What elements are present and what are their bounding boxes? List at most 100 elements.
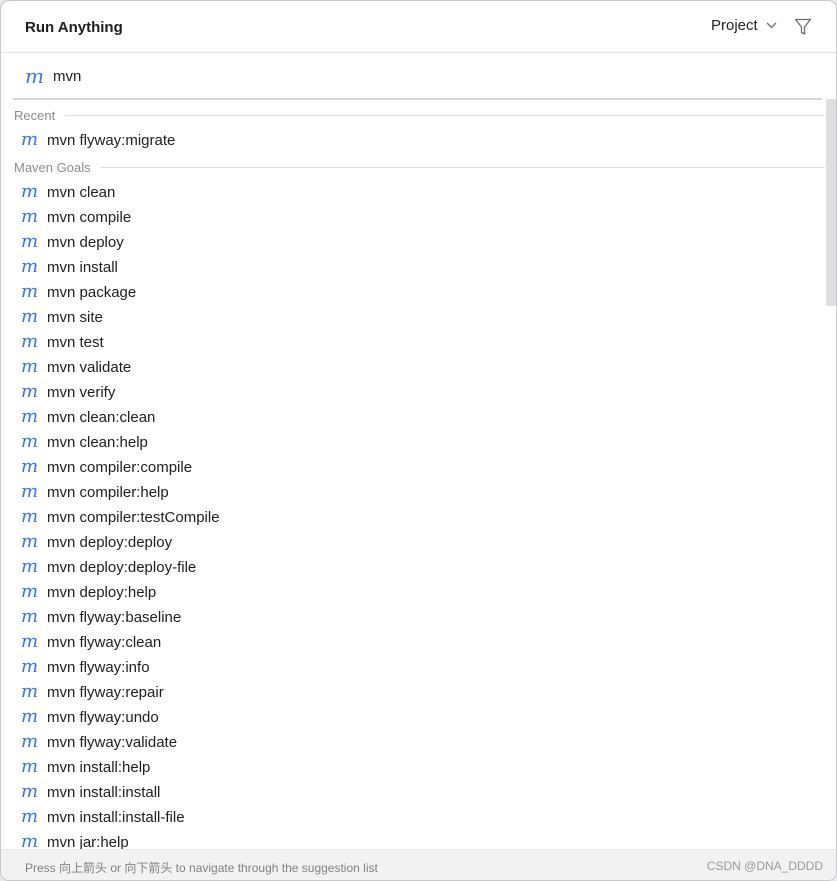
list-item[interactable]: m mvn deploy:help [1,580,825,605]
list-item-label: mvn install:help [47,759,151,776]
list-item[interactable]: m mvn validate [1,355,825,380]
maven-m-icon: m [21,356,39,377]
maven-m-icon: m [21,531,39,552]
maven-m-icon: m [25,64,44,88]
maven-m-icon: m [21,506,39,527]
list-item[interactable]: m mvn flyway:baseline [1,605,825,630]
list-item[interactable]: m mvn flyway:clean [1,630,825,655]
popup-title: Run Anything [25,19,123,36]
list-item-label: mvn install [47,259,118,276]
section-divider [101,167,825,168]
list-item[interactable]: m mvn flyway:info [1,655,825,680]
list-item[interactable]: m mvn compiler:compile [1,455,825,480]
list-item[interactable]: m mvn flyway:validate [1,730,825,755]
list-item-label: mvn flyway:validate [47,734,178,751]
list-item[interactable]: m mvn install:install [1,780,825,805]
list-item-label: mvn flyway:undo [47,709,159,726]
list-item[interactable]: m mvn flyway:migrate [1,128,825,153]
scope-label: Project [711,17,758,34]
list-item[interactable]: m mvn jar:help [1,830,825,849]
list-item-label: mvn flyway:info [47,659,150,676]
maven-m-icon: m [21,306,39,327]
list-item-label: mvn clean:help [47,434,148,451]
list-item[interactable]: m mvn test [1,330,825,355]
scope-dropdown[interactable]: Project [711,17,777,34]
maven-m-icon: m [21,181,39,202]
list-item-label: mvn flyway:baseline [47,609,182,626]
maven-m-icon: m [21,456,39,477]
list-item-label: mvn flyway:clean [47,634,162,651]
list-item[interactable]: m mvn deploy [1,230,825,255]
list-item[interactable]: m mvn compiler:help [1,480,825,505]
list-item-label: mvn compiler:help [47,484,169,501]
maven-m-icon: m [21,781,39,802]
list-item-label: mvn flyway:repair [47,684,164,701]
list-item-label: mvn compiler:compile [47,459,193,476]
list-item[interactable]: m mvn flyway:undo [1,705,825,730]
list-item[interactable]: m mvn clean:clean [1,405,825,430]
maven-m-icon: m [21,431,39,452]
run-anything-popup: Run Anything Project m Recent m mvn flyway… [0,0,837,881]
maven-m-icon: m [21,206,39,227]
maven-m-icon: m [21,681,39,702]
list-item-label: mvn verify [47,384,116,401]
filter-icon[interactable] [793,17,813,37]
maven-m-icon: m [21,406,39,427]
search-field[interactable]: m [13,53,822,100]
list-item-label: mvn jar:help [47,834,129,849]
scrollbar-thumb[interactable] [826,99,836,306]
list-item-label: mvn test [47,334,104,351]
maven-m-icon: m [21,381,39,402]
maven-m-icon: m [21,606,39,627]
popup-header: Run Anything Project [1,1,836,53]
list-item[interactable]: m mvn install [1,255,825,280]
maven-m-icon: m [21,331,39,352]
list-item[interactable]: m mvn compile [1,205,825,230]
list-item[interactable]: m mvn flyway:repair [1,680,825,705]
section-divider [65,115,825,116]
list-item[interactable]: m mvn deploy:deploy-file [1,555,825,580]
maven-m-icon: m [21,256,39,277]
list-item[interactable]: m mvn clean:help [1,430,825,455]
list-item[interactable]: m mvn install:help [1,755,825,780]
maven-m-icon: m [21,231,39,252]
list-item-label: mvn package [47,284,137,301]
list-item-label: mvn site [47,309,103,326]
list-item[interactable]: m mvn deploy:deploy [1,530,825,555]
list-item-label: mvn deploy:help [47,584,157,601]
list-item[interactable]: m mvn verify [1,380,825,405]
maven-m-icon: m [21,129,39,150]
maven-m-icon: m [21,706,39,727]
suggestion-list: Recent m mvn flyway:migrate Maven Goals m mvn… [1,101,825,849]
list-item[interactable]: m mvn clean [1,180,825,205]
list-item-label: mvn deploy:deploy-file [47,559,197,576]
status-footer: Press 向上箭头 or 向下箭头 to navigate through t… [1,849,836,880]
list-item[interactable]: m mvn package [1,280,825,305]
maven-m-icon: m [21,731,39,752]
chevron-down-icon [766,22,777,29]
maven-m-icon: m [21,806,39,827]
section-label: Recent [14,108,64,123]
list-item-label: mvn deploy:deploy [47,534,173,551]
maven-m-icon: m [21,756,39,777]
maven-m-icon: m [21,581,39,602]
section-header: Recent [1,101,825,128]
list-item[interactable]: m mvn compiler:testCompile [1,505,825,530]
list-item-label: mvn compiler:testCompile [47,509,220,526]
maven-m-icon: m [21,631,39,652]
navigation-hint: Press 向上箭头 or 向下箭头 to navigate through t… [25,861,378,875]
maven-m-icon: m [21,556,39,577]
list-item[interactable]: m mvn site [1,305,825,330]
list-item-label: mvn install:install [47,784,161,801]
list-item-label: mvn clean [47,184,116,201]
section-label: Maven Goals [14,160,99,175]
list-item[interactable]: m mvn install:install-file [1,805,825,830]
maven-m-icon: m [21,656,39,677]
maven-m-icon: m [21,281,39,302]
list-item-label: mvn validate [47,359,132,376]
search-input[interactable] [53,65,653,87]
list-item-label: mvn flyway:migrate [47,132,176,149]
maven-m-icon: m [21,481,39,502]
list-item-label: mvn compile [47,209,132,226]
watermark: CSDN @DNA_DDDD [706,859,823,873]
